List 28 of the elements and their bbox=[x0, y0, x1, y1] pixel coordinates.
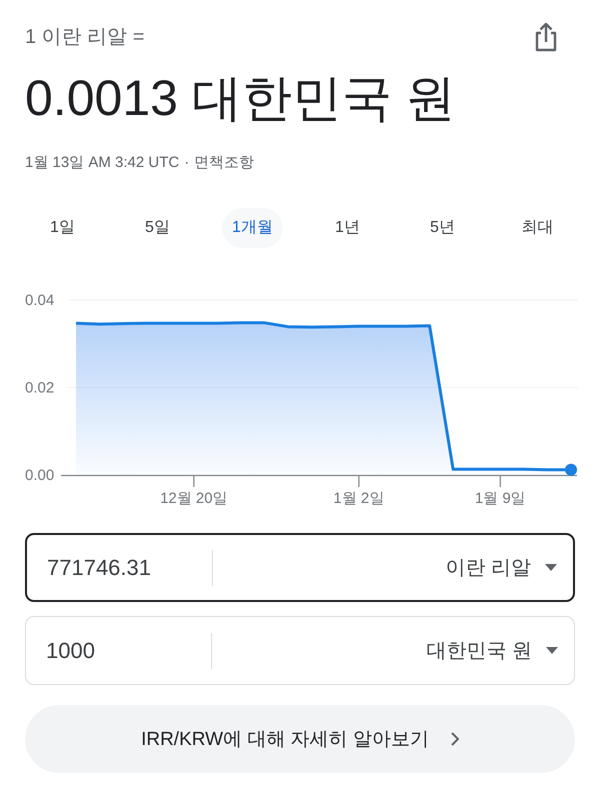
amount-input[interactable]: 771746.31 bbox=[47, 550, 212, 584]
y-axis-label: 0.00 bbox=[25, 467, 54, 484]
range-tab[interactable]: 1일 bbox=[40, 208, 85, 248]
range-tab[interactable]: 최대 bbox=[512, 208, 564, 248]
share-button[interactable] bbox=[534, 21, 558, 53]
end-dot-icon bbox=[565, 464, 577, 476]
currency-dropdown[interactable]: 대한민국 원 bbox=[212, 629, 574, 672]
base-amount-text: 1 이란 리알 = bbox=[25, 25, 144, 50]
y-axis-label: 0.02 bbox=[25, 380, 54, 396]
x-axis-label: 1월 2일 bbox=[333, 490, 384, 507]
chevron-icon bbox=[450, 732, 459, 746]
range-tab[interactable]: 5년 bbox=[420, 208, 465, 248]
learn-more-button[interactable]: IRR/KRW에 대해 자세히 알아보기 bbox=[25, 705, 575, 773]
converted-value: 0.0013 대한민국 원 bbox=[25, 69, 457, 128]
x-axis-label: 1월 9일 bbox=[474, 490, 526, 507]
range-tab[interactable]: 1년 bbox=[325, 208, 370, 248]
caret-icon bbox=[545, 564, 557, 571]
y-axis-label: 0.04 bbox=[25, 292, 54, 309]
range-tab[interactable]: 5일 bbox=[135, 208, 180, 248]
disclaimer-link[interactable]: 면책조항 bbox=[194, 153, 254, 173]
currency-dropdown[interactable]: 이란 리알 bbox=[213, 546, 573, 589]
amount-input[interactable]: 1000 bbox=[46, 634, 211, 668]
range-tab[interactable]: 1개월 bbox=[222, 208, 283, 248]
x-axis-label: 12월 20일 bbox=[160, 490, 228, 507]
share-icon bbox=[534, 22, 558, 52]
caret-icon bbox=[546, 647, 558, 654]
separator-text: · bbox=[184, 153, 190, 173]
timestamp-text: 1월 13일 AM 3:42 UTC bbox=[25, 153, 180, 173]
